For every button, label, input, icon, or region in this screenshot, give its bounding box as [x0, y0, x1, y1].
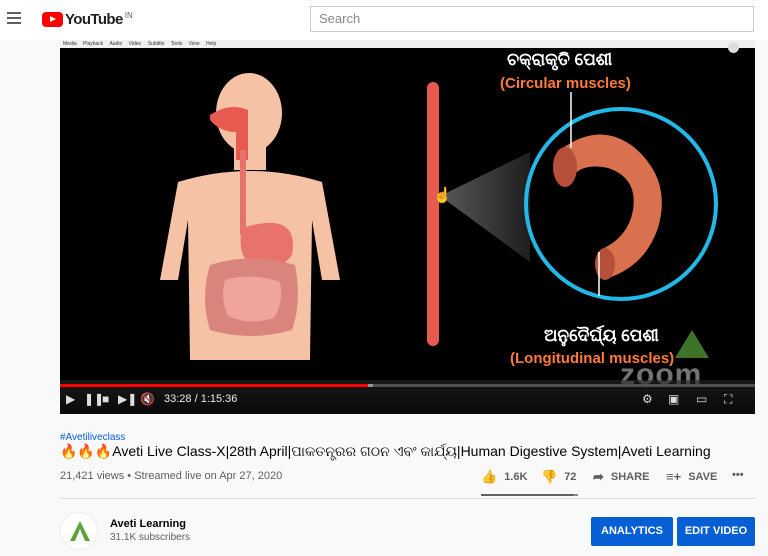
sentiment-bar: [481, 494, 578, 496]
channel-avatar[interactable]: [60, 512, 98, 550]
thumbs-down-icon: 👎: [541, 469, 558, 484]
circular-label-en: (Circular muscles): [500, 75, 631, 92]
search-input[interactable]: Search: [310, 6, 754, 32]
sentiment-like-fill: [481, 494, 574, 496]
vlc-menu-item: Tools: [170, 41, 183, 47]
vlc-menu-item: Playback: [83, 41, 104, 47]
play-icon[interactable]: ▶: [66, 392, 75, 406]
meta-separator: •: [127, 470, 132, 482]
youtube-play-icon: [42, 12, 63, 27]
vlc-menu-item: View: [188, 41, 200, 47]
player-controls: ▶ ❚❚ ■ ▶❚ 🔇 33:28 / 1:15:36 ⚙ ▣ ▭ ⛶: [60, 380, 755, 414]
subscriber-count: 31.1K subscribers: [110, 532, 191, 543]
more-actions-button[interactable]: •••: [732, 469, 744, 481]
share-button[interactable]: ➦ SHARE: [593, 469, 649, 485]
mute-icon[interactable]: 🔇: [140, 392, 155, 406]
analytics-button[interactable]: ANALYTICS: [591, 517, 673, 546]
view-count: 21,421 views: [60, 470, 125, 482]
vlc-menu-item: Audio: [109, 41, 123, 47]
like-count: 1.6K: [504, 471, 528, 483]
vlc-menu-bar: Media Playback Audio Video Subtitle Tool…: [60, 40, 755, 48]
thumbs-up-icon: 👍: [481, 469, 498, 484]
like-button[interactable]: 👍 1.6K: [481, 469, 527, 485]
fullscreen-icon[interactable]: ⛶: [724, 392, 732, 407]
video-title: 🔥🔥🔥Aveti Live Class-X|28th April|ପାକତନ୍ତ…: [60, 443, 711, 460]
vlc-menu-item: Subtitle: [147, 41, 165, 47]
circular-label-odia: ଚକ୍ରାକୃତି ପେଶୀ: [507, 50, 613, 69]
logo-text: YouTube: [65, 11, 123, 28]
miniplayer-icon[interactable]: ▣: [668, 392, 679, 406]
hamburger-menu-icon[interactable]: [7, 12, 21, 24]
save-button[interactable]: ≡+ SAVE: [666, 469, 717, 484]
dislike-button[interactable]: 👎 72: [541, 469, 576, 485]
video-meta: 21,421 views • Streamed live on Apr 27, …: [60, 470, 282, 482]
progress-played: [60, 384, 368, 387]
video-title-text: Aveti Live Class-X|28th April|ପାକତନ୍ତ୍ରର…: [112, 443, 711, 459]
divider: [60, 498, 755, 499]
hashtag-link[interactable]: #Avetiliveclass: [60, 432, 125, 443]
aveti-logo-icon: [70, 521, 90, 541]
time-display: 33:28 / 1:15:36: [164, 393, 238, 405]
fire-emoji-icons: 🔥🔥🔥: [60, 443, 113, 459]
longitudinal-label-odia: ଅନୁଦୈର୍ଘ୍ୟ ପେଶୀ: [544, 326, 659, 345]
logo-country: IN: [124, 11, 133, 20]
save-label: SAVE: [688, 470, 718, 483]
share-arrow-icon: ➦: [593, 469, 604, 484]
vlc-menu-item: Media: [63, 41, 77, 47]
masthead: YouTube IN Search: [0, 0, 768, 40]
next-icon[interactable]: ▶❚: [118, 392, 137, 406]
progress-bar[interactable]: [60, 384, 755, 387]
youtube-logo[interactable]: YouTube IN: [42, 11, 133, 28]
more-icon: •••: [732, 469, 744, 481]
mouse-cursor-icon: ☝: [433, 187, 452, 204]
settings-gear-icon[interactable]: ⚙: [642, 392, 653, 406]
stream-date: Streamed live on Apr 27, 2020: [134, 470, 283, 482]
stop-icon[interactable]: ■: [102, 392, 109, 406]
video-player[interactable]: Media Playback Audio Video Subtitle Tool…: [60, 40, 755, 414]
share-label: SHARE: [610, 471, 650, 483]
channel-name[interactable]: Aveti Learning: [110, 518, 186, 530]
playlist-add-icon: ≡+: [666, 469, 682, 484]
theater-mode-icon[interactable]: ▭: [696, 392, 707, 406]
info-icon[interactable]: [728, 42, 739, 53]
vlc-menu-item: Help: [205, 41, 217, 47]
human-body-illustration: [160, 73, 340, 360]
edit-video-button[interactable]: EDIT VIDEO: [677, 517, 755, 546]
dislike-count: 72: [564, 471, 577, 483]
muscle-strip: [427, 82, 439, 346]
vlc-menu-item: Video: [128, 41, 142, 47]
